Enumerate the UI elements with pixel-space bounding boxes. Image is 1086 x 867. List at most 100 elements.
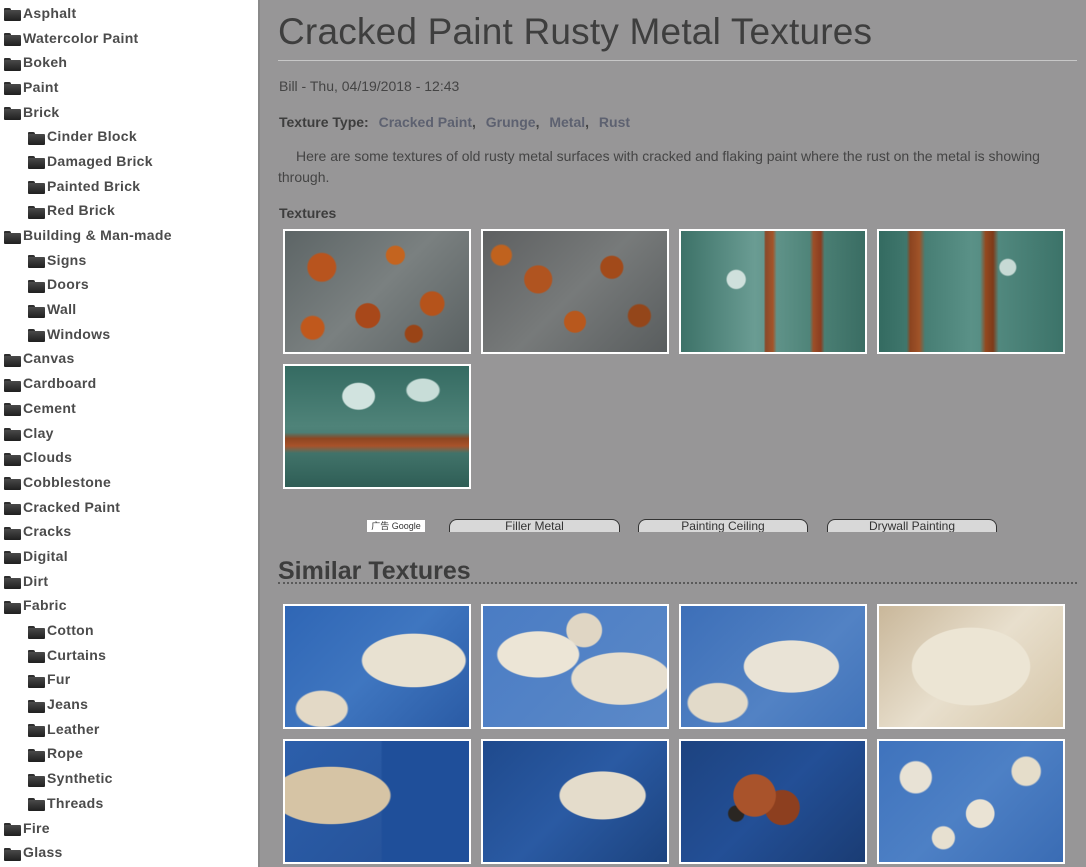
sidebar-item-cotton[interactable]: Cotton [0, 617, 258, 642]
folder-icon [28, 724, 45, 738]
folder-icon [4, 526, 21, 540]
folder-icon [4, 452, 21, 466]
folder-icon [28, 255, 45, 269]
sidebar-item-fabric[interactable]: Fabric [0, 593, 258, 618]
sidebar-item-digital[interactable]: Digital [0, 543, 258, 568]
texture-type-row: Texture Type: Cracked Paint, Grunge, Met… [279, 114, 631, 130]
texture-type-link-rust[interactable]: Rust [599, 114, 630, 130]
sidebar-item-cracked-paint[interactable]: Cracked Paint [0, 494, 258, 519]
ad-link-filler-metal[interactable]: Filler Metal [449, 519, 620, 532]
texture-thumb-teal-3[interactable] [283, 364, 471, 489]
sidebar-item-label: Watercolor Paint [23, 29, 139, 46]
sidebar-item-fur[interactable]: Fur [0, 667, 258, 692]
folder-icon [28, 798, 45, 812]
similar-thumb-2[interactable] [481, 604, 669, 729]
texture-type-label: Texture Type: [279, 114, 369, 130]
sidebar-item-doors[interactable]: Doors [0, 272, 258, 297]
texture-type-link-metal[interactable]: Metal [549, 114, 585, 130]
similar-thumb-5[interactable] [283, 739, 471, 864]
sidebar-item-label: Fabric [23, 597, 67, 614]
title-divider [278, 60, 1077, 61]
folder-icon [4, 600, 21, 614]
category-sidebar: Asphalt Watercolor Paint Bokeh Paint Brick Ci… [0, 0, 260, 867]
sidebar-item-label: Jeans [47, 696, 89, 713]
similar-thumb-1[interactable] [283, 604, 471, 729]
sidebar-item-label: Canvas [23, 350, 75, 367]
sidebar-item-cracks[interactable]: Cracks [0, 518, 258, 543]
sidebar-item-dirt[interactable]: Dirt [0, 568, 258, 593]
sidebar-item-canvas[interactable]: Canvas [0, 346, 258, 371]
sidebar-item-rope[interactable]: Rope [0, 741, 258, 766]
sidebar-item-watercolor-paint[interactable]: Watercolor Paint [0, 25, 258, 50]
page-title: Cracked Paint Rusty Metal Textures [278, 11, 873, 52]
sidebar-item-label: Digital [23, 547, 68, 564]
texture-thumb-rust-2[interactable] [481, 229, 669, 354]
folder-icon [28, 279, 45, 293]
similar-divider [278, 582, 1077, 584]
sidebar-item-cement[interactable]: Cement [0, 395, 258, 420]
texture-type-link-cracked-paint[interactable]: Cracked Paint [379, 114, 472, 130]
sidebar-item-brick[interactable]: Brick [0, 99, 258, 124]
similar-thumb-6[interactable] [481, 739, 669, 864]
sidebar-item-label: Doors [47, 276, 89, 293]
sidebar-item-label: Cracked Paint [23, 498, 121, 515]
ad-link-drywall-painting[interactable]: Drywall Painting [827, 519, 997, 532]
sidebar-item-threads[interactable]: Threads [0, 790, 258, 815]
folder-icon [28, 674, 45, 688]
similar-thumb-4[interactable] [877, 604, 1065, 729]
sidebar-item-cobblestone[interactable]: Cobblestone [0, 469, 258, 494]
folder-icon [28, 699, 45, 713]
sidebar-item-label: Leather [47, 720, 100, 737]
folder-icon [4, 82, 21, 96]
folder-icon [28, 748, 45, 762]
sidebar-item-damaged-brick[interactable]: Damaged Brick [0, 148, 258, 173]
folder-icon [4, 353, 21, 367]
sidebar-item-jeans[interactable]: Jeans [0, 691, 258, 716]
sidebar-item-fire[interactable]: Fire [0, 815, 258, 840]
sidebar-item-paint[interactable]: Paint [0, 74, 258, 99]
sidebar-item-label: Clay [23, 424, 54, 441]
sidebar-item-label: Cinder Block [47, 128, 137, 145]
folder-icon [4, 107, 21, 121]
sidebar-item-clouds[interactable]: Clouds [0, 444, 258, 469]
sidebar-item-leather[interactable]: Leather [0, 716, 258, 741]
sidebar-item-label: Red Brick [47, 202, 116, 219]
sidebar-item-label: Clouds [23, 449, 73, 466]
texture-type-link-grunge[interactable]: Grunge [486, 114, 536, 130]
sidebar-item-curtains[interactable]: Curtains [0, 642, 258, 667]
ad-link-painting-ceiling[interactable]: Painting Ceiling [638, 519, 808, 532]
sidebar-item-label: Paint [23, 78, 59, 95]
sidebar-item-painted-brick[interactable]: Painted Brick [0, 173, 258, 198]
sidebar-item-label: Damaged Brick [47, 152, 153, 169]
folder-icon [4, 551, 21, 565]
similar-thumb-3[interactable] [679, 604, 867, 729]
sidebar-item-clay[interactable]: Clay [0, 420, 258, 445]
sidebar-item-label: Bokeh [23, 54, 68, 71]
similar-thumb-8[interactable] [877, 739, 1065, 864]
sidebar-item-label: Threads [47, 794, 104, 811]
texture-thumb-rust-1[interactable] [283, 229, 471, 354]
sidebar-item-building-man-made[interactable]: Building & Man-made [0, 222, 258, 247]
texture-thumb-teal-1[interactable] [679, 229, 867, 354]
sidebar-item-synthetic[interactable]: Synthetic [0, 765, 258, 790]
sidebar-item-cardboard[interactable]: Cardboard [0, 370, 258, 395]
description: Here are some textures of old rusty meta… [278, 148, 1040, 185]
sidebar-item-signs[interactable]: Signs [0, 247, 258, 272]
sidebar-item-glass[interactable]: Glass [0, 839, 258, 864]
sidebar-item-label: Painted Brick [47, 177, 141, 194]
similar-thumb-7[interactable] [679, 739, 867, 864]
folder-icon [28, 304, 45, 318]
sidebar-item-wall[interactable]: Wall [0, 296, 258, 321]
texture-thumb-teal-2[interactable] [877, 229, 1065, 354]
sidebar-item-red-brick[interactable]: Red Brick [0, 198, 258, 223]
sidebar-item-label: Dirt [23, 572, 49, 589]
folder-icon [28, 205, 45, 219]
sidebar-item-label: Glass [23, 844, 63, 861]
folder-icon [28, 131, 45, 145]
folder-icon [4, 576, 21, 590]
sidebar-item-asphalt[interactable]: Asphalt [0, 0, 258, 25]
sidebar-item-label: Brick [23, 103, 60, 120]
sidebar-item-bokeh[interactable]: Bokeh [0, 49, 258, 74]
sidebar-item-windows[interactable]: Windows [0, 321, 258, 346]
sidebar-item-cinder-block[interactable]: Cinder Block [0, 123, 258, 148]
